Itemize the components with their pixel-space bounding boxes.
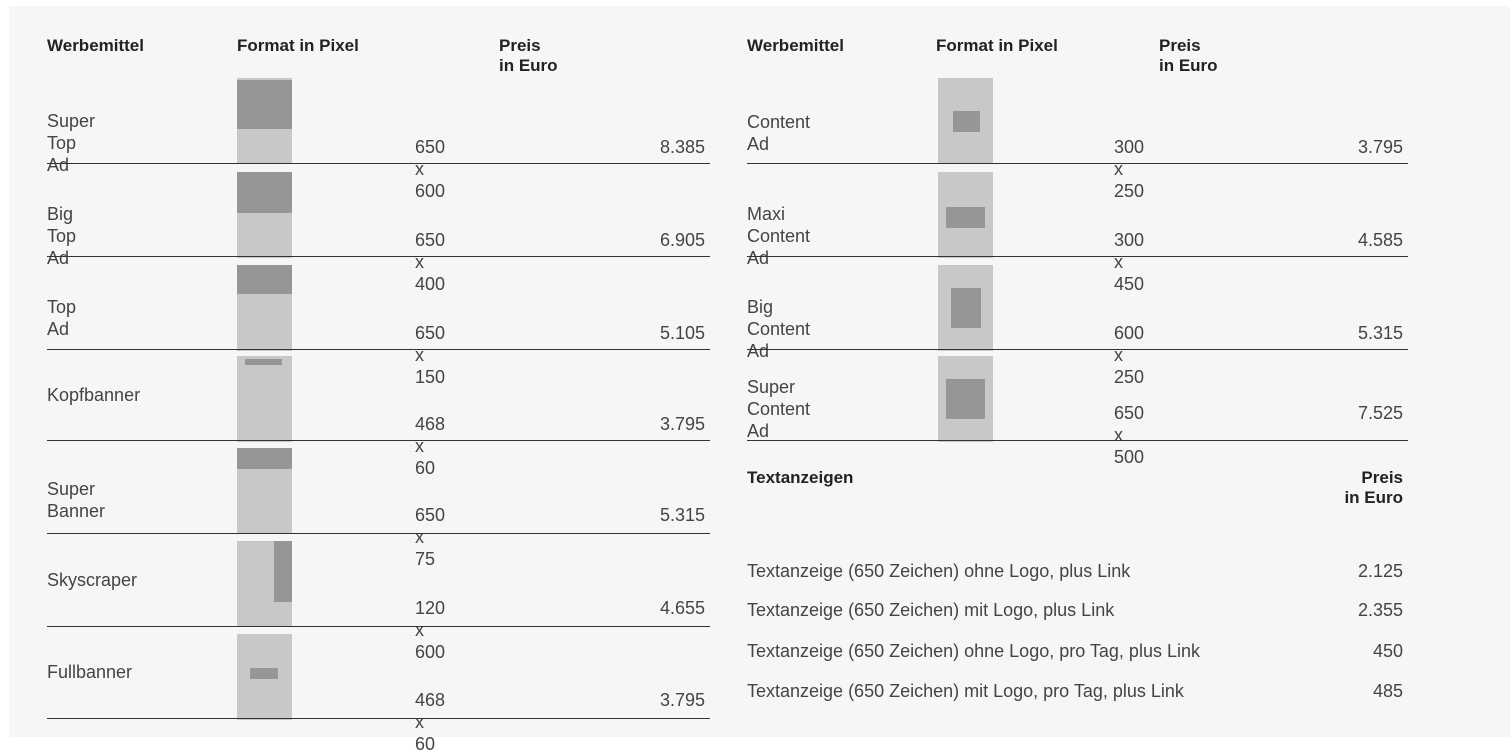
left-header-price-line2: in Euro xyxy=(499,56,558,75)
format-preview xyxy=(237,172,292,258)
row-divider xyxy=(47,718,710,719)
row-price: 5.315 xyxy=(1357,323,1403,343)
row-price: 4.655 xyxy=(659,598,705,618)
row-divider xyxy=(47,256,710,257)
row-price: 5.105 xyxy=(659,323,705,343)
format-preview xyxy=(938,356,993,442)
left-header-werbemittel: Werbemittel xyxy=(47,36,144,55)
right-header-werbemittel: Werbemittel xyxy=(747,36,844,55)
row-label: Maxi Content Ad xyxy=(747,204,811,268)
row-divider xyxy=(747,256,1408,257)
text-ad-item-price: 485 xyxy=(1372,681,1403,701)
row-label: Skyscraper xyxy=(47,570,138,590)
text-ad-item-price: 2.125 xyxy=(1357,561,1403,581)
price-list-panel: Werbemittel Format in Pixel Preis in Eur… xyxy=(9,6,1510,754)
row-format: 600 x 250 xyxy=(1114,323,1145,387)
row-divider xyxy=(47,533,710,534)
format-preview xyxy=(237,265,292,351)
row-label: Content Ad xyxy=(747,112,811,154)
row-format: 300 x 250 xyxy=(1114,137,1145,201)
text-ads-title: Textanzeigen xyxy=(747,468,854,487)
row-divider xyxy=(47,349,710,350)
format-preview xyxy=(938,78,993,164)
row-divider xyxy=(47,440,710,441)
row-divider xyxy=(747,163,1408,164)
text-ad-item-label: Textanzeige (650 Zeichen) ohne Logo, plu… xyxy=(747,561,1131,581)
text-ads-price-line2: in Euro xyxy=(1344,488,1403,507)
text-ads-price-line1: Preis xyxy=(1361,468,1403,487)
row-format: 468 x 60 xyxy=(415,414,446,478)
row-label: Fullbanner xyxy=(47,662,133,682)
text-ad-item-price: 2.355 xyxy=(1357,600,1403,620)
row-price: 3.795 xyxy=(659,414,705,434)
left-header-format: Format in Pixel xyxy=(237,36,359,55)
row-format: 650 x 75 xyxy=(415,505,446,569)
row-divider xyxy=(747,440,1408,441)
text-ads-price-header: Preis in Euro xyxy=(1303,468,1403,508)
right-header-price: Preis in Euro xyxy=(1159,36,1218,76)
row-label: Kopfbanner xyxy=(47,385,141,405)
format-preview xyxy=(938,265,993,351)
format-preview xyxy=(237,634,292,720)
row-format: 650 x 150 xyxy=(415,323,446,387)
row-label: Big Top Ad xyxy=(47,204,77,268)
row-format: 300 x 450 xyxy=(1114,230,1145,294)
row-price: 4.585 xyxy=(1357,230,1403,250)
row-label: Top Ad xyxy=(47,297,77,339)
row-label: Super Top Ad xyxy=(47,111,96,175)
text-ad-item-label: Textanzeige (650 Zeichen) ohne Logo, pro… xyxy=(747,641,1200,661)
row-label: Super Banner xyxy=(47,479,106,521)
right-header-price-line2: in Euro xyxy=(1159,56,1218,75)
row-label: Big Content Ad xyxy=(747,297,811,361)
right-header-price-line1: Preis xyxy=(1159,36,1201,55)
row-price: 8.385 xyxy=(659,137,705,157)
left-header-price-line1: Preis xyxy=(499,36,541,55)
format-preview xyxy=(237,448,292,534)
row-price: 3.795 xyxy=(659,690,705,710)
row-format: 650 x 400 xyxy=(415,230,446,294)
row-divider xyxy=(47,163,710,164)
row-divider xyxy=(47,626,710,627)
text-ad-item-label: Textanzeige (650 Zeichen) mit Logo, pro … xyxy=(747,681,1184,701)
row-price: 3.795 xyxy=(1357,137,1403,157)
row-label: Super Content Ad xyxy=(747,377,811,441)
text-ad-item-label: Textanzeige (650 Zeichen) mit Logo, plus… xyxy=(747,600,1115,620)
format-preview xyxy=(237,356,292,442)
right-header-format: Format in Pixel xyxy=(936,36,1058,55)
format-preview xyxy=(938,172,993,258)
format-preview xyxy=(237,78,292,164)
row-divider xyxy=(747,349,1408,350)
text-ad-item-price: 450 xyxy=(1372,641,1403,661)
row-format: 120 x 600 xyxy=(415,598,446,662)
left-header-price: Preis in Euro xyxy=(499,36,558,76)
row-price: 6.905 xyxy=(659,230,705,250)
format-preview xyxy=(237,541,292,627)
row-price: 7.525 xyxy=(1357,403,1403,423)
row-format: 650 x 500 xyxy=(1114,403,1145,467)
row-format: 650 x 600 xyxy=(415,137,446,201)
row-format: 468 x 60 xyxy=(415,690,446,754)
row-price: 5.315 xyxy=(659,505,705,525)
